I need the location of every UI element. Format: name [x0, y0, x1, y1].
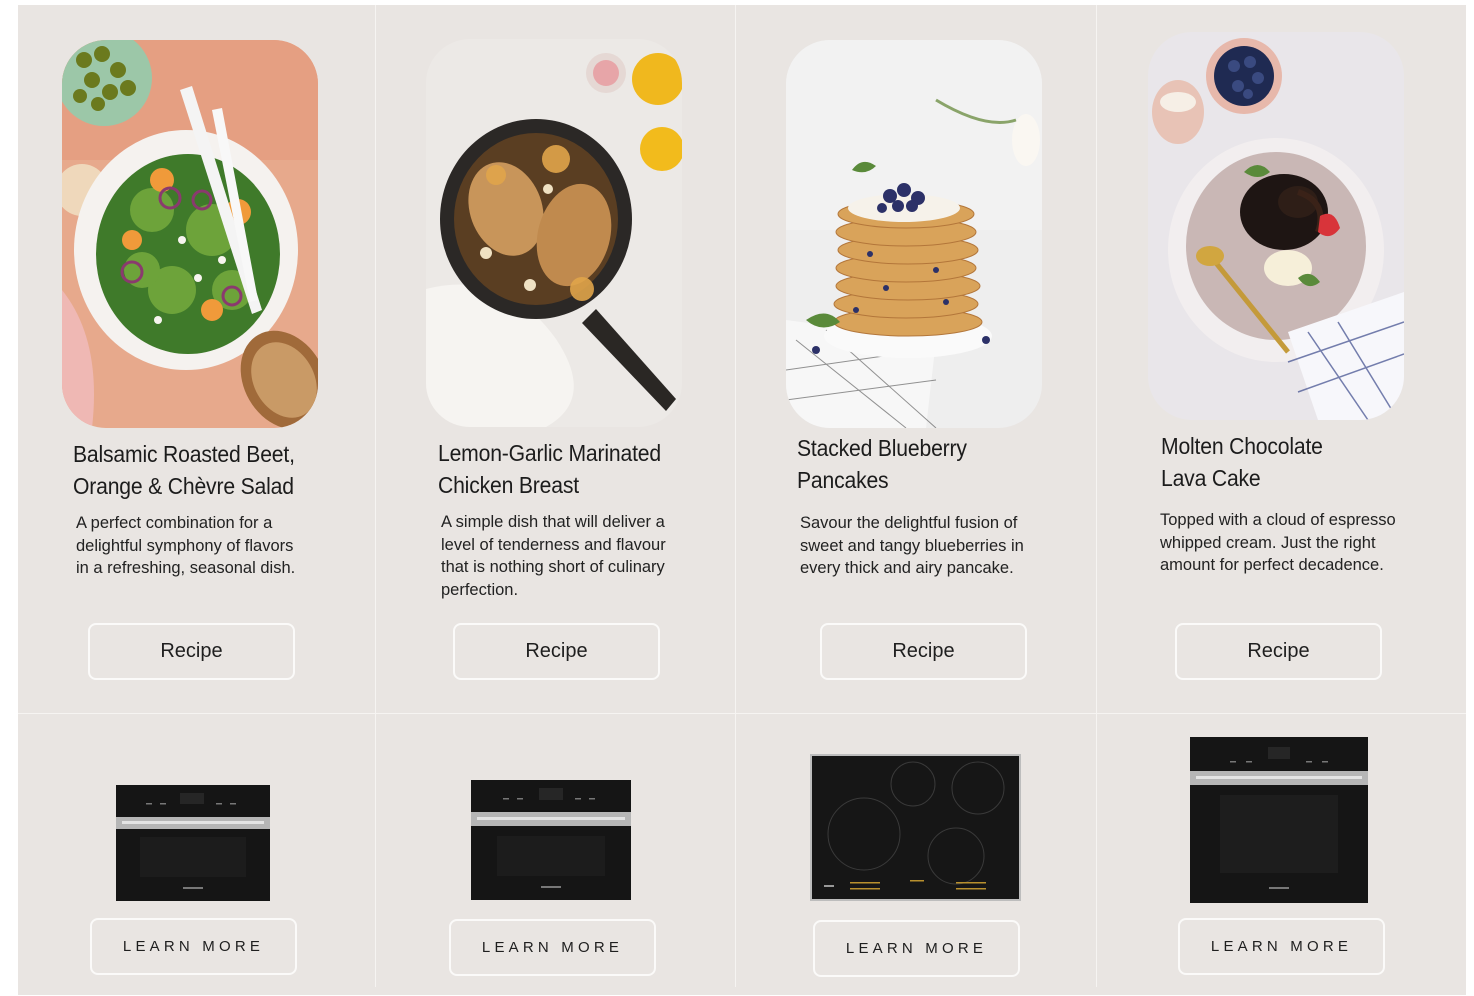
recipe-description: Savour the delightful fusion of sweet an…	[800, 514, 1024, 577]
column-divider	[735, 5, 736, 987]
cooktop-image[interactable]	[810, 754, 1021, 901]
learn-more-button[interactable]: LEARN MORE	[90, 918, 297, 975]
chicken-photo[interactable]	[426, 39, 682, 427]
learn-more-button[interactable]: LEARN MORE	[449, 919, 656, 976]
recipe-title: Molten Chocolate Lava Cake	[1161, 433, 1323, 491]
chicken-image	[426, 39, 682, 427]
column-divider	[1096, 5, 1097, 987]
recipe-title: Lemon-Garlic Marinated Chicken Breast	[438, 440, 661, 498]
recipe-title: Balsamic Roasted Beet, Orange & Chèvre S…	[73, 441, 295, 499]
pancakes-photo[interactable]	[786, 40, 1042, 428]
row-divider	[18, 713, 1466, 714]
recipe-description: A simple dish that will deliver a level …	[441, 513, 666, 599]
salad-image	[62, 40, 318, 428]
recipe-description: A perfect combination for a delightful s…	[76, 514, 296, 577]
recipe-button[interactable]: Recipe	[1175, 623, 1382, 680]
column-divider	[375, 5, 376, 987]
learn-more-button[interactable]: LEARN MORE	[1178, 918, 1385, 975]
recipe-button[interactable]: Recipe	[820, 623, 1027, 680]
recipe-description: Topped with a cloud of espresso whipped …	[1160, 511, 1396, 574]
oven-image[interactable]	[116, 785, 270, 901]
learn-more-button[interactable]: LEARN MORE	[813, 920, 1020, 977]
recipe-title: Stacked Blueberry Pancakes	[797, 435, 967, 493]
pancakes-image	[786, 40, 1042, 428]
recipe-button[interactable]: Recipe	[453, 623, 660, 680]
lava-cake-photo[interactable]	[1148, 32, 1404, 420]
oven-image[interactable]	[1190, 737, 1368, 903]
salad-photo[interactable]	[62, 40, 318, 428]
oven-image[interactable]	[471, 780, 631, 900]
lava-cake-image	[1148, 32, 1404, 420]
recipe-button[interactable]: Recipe	[88, 623, 295, 680]
